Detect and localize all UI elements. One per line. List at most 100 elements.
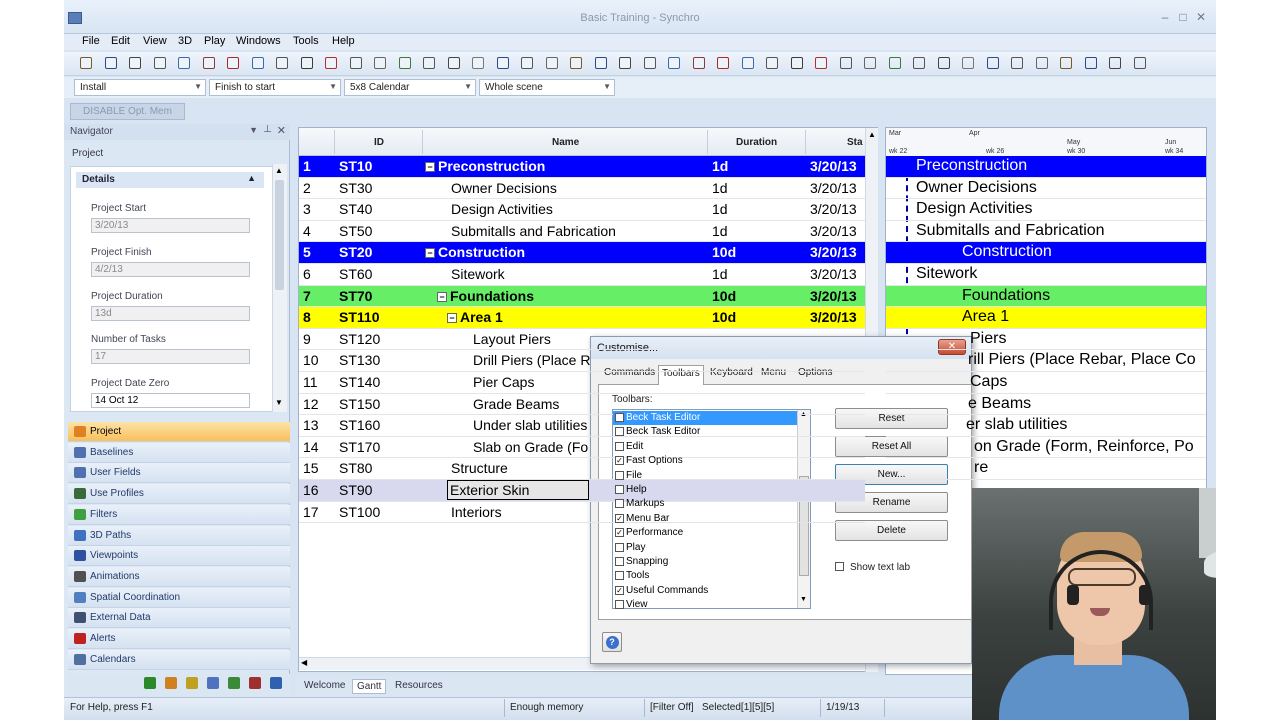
toolbar-button-icon[interactable]: [153, 57, 166, 69]
gantt-row[interactable]: e Beams: [886, 394, 1206, 416]
menu-play[interactable]: Play: [204, 35, 225, 47]
table-row[interactable]: 2 ST30 Owner Decisions 1d 3/20/13: [299, 178, 865, 200]
collapse-icon[interactable]: −: [437, 291, 447, 302]
gantt-row[interactable]: rill Piers (Place Rebar, Place Co: [886, 350, 1206, 372]
checkbox[interactable]: [615, 499, 624, 509]
footer-tool-icon[interactable]: [186, 677, 198, 689]
table-row[interactable]: 7 ST70 − Foundations 10d 3/20/13: [299, 285, 865, 308]
column-header-name[interactable]: Name: [552, 137, 579, 148]
toolbar-button-icon[interactable]: [962, 57, 974, 69]
toolbar-button-icon[interactable]: [766, 57, 778, 69]
help-button[interactable]: ?: [602, 632, 622, 652]
toolbar-button-icon[interactable]: [472, 57, 484, 69]
menu-view[interactable]: View: [143, 35, 167, 47]
navigator-use-profiles[interactable]: Use Profiles: [68, 484, 290, 505]
checkbox[interactable]: [615, 441, 624, 451]
toolbar-button-icon[interactable]: [178, 57, 190, 69]
navigator-3d-paths[interactable]: 3D Paths: [68, 525, 290, 546]
gantt-row[interactable]: Sitework: [886, 264, 1206, 286]
toolbar-button-icon[interactable]: [888, 57, 901, 69]
toolbar-button-icon[interactable]: [374, 57, 386, 69]
footer-tool-icon[interactable]: [228, 677, 240, 689]
field-value[interactable]: 14 Oct 12: [91, 393, 250, 408]
toolbar-button-icon[interactable]: [815, 57, 827, 69]
checkbox[interactable]: ✓: [615, 413, 624, 422]
tab-resources[interactable]: Resources: [391, 679, 447, 692]
toolbar-list-item[interactable]: ✓ Fast Options: [613, 454, 797, 468]
column-header-duration[interactable]: Duration: [736, 137, 777, 148]
gantt-row[interactable]: Submitalls and Fabrication: [886, 221, 1206, 243]
scene-combo[interactable]: Whole scene ▼: [479, 79, 615, 96]
scroll-thumb[interactable]: [275, 180, 284, 290]
navigator-filters[interactable]: Filters: [68, 504, 290, 525]
toolbar-button-icon[interactable]: [251, 57, 264, 69]
gantt-row[interactable]: Piers: [886, 329, 1206, 351]
pin-icon[interactable]: ⊥: [263, 124, 272, 135]
toolbar-button-icon[interactable]: [496, 57, 509, 69]
gantt-row[interactable]: Area 1: [886, 307, 1206, 329]
toolbar-button-icon[interactable]: [276, 57, 288, 69]
navigator-project[interactable]: Project: [68, 422, 290, 442]
checkbox[interactable]: [615, 427, 624, 437]
toolbar-button-icon[interactable]: [986, 57, 999, 69]
menu-windows[interactable]: Windows: [236, 35, 281, 47]
toolbar-list-item[interactable]: Play: [613, 541, 797, 555]
menu-3d[interactable]: 3D: [178, 35, 192, 47]
navigator-calendars[interactable]: Calendars: [68, 649, 290, 670]
gantt-row[interactable]: Preconstruction: [886, 156, 1206, 178]
toolbar-button-icon[interactable]: [1109, 57, 1121, 69]
gantt-row[interactable]: re: [886, 458, 1206, 480]
menu-tools[interactable]: Tools: [293, 35, 319, 47]
toolbar-button-icon[interactable]: [790, 57, 803, 69]
toolbar-button-icon[interactable]: [570, 57, 582, 69]
toolbar-button-icon[interactable]: [1035, 57, 1048, 69]
footer-tool-icon[interactable]: [249, 677, 261, 689]
column-header-id[interactable]: ID: [374, 137, 384, 148]
checkbox[interactable]: [615, 571, 624, 581]
toolbar-list-item[interactable]: ✓ Performance: [613, 526, 797, 540]
table-row[interactable]: 3 ST40 Design Activities 1d 3/20/13: [299, 199, 865, 221]
footer-tool-icon[interactable]: [207, 677, 219, 689]
toolbar-list-item[interactable]: ✓ Beck Task Editor: [613, 411, 797, 426]
toolbar-button-icon[interactable]: [423, 57, 435, 69]
tab-gantt[interactable]: Gantt: [352, 679, 387, 694]
menu-edit[interactable]: Edit: [111, 35, 130, 47]
toolbar-button-icon[interactable]: [913, 57, 925, 69]
checkbox[interactable]: [615, 542, 624, 552]
gantt-row[interactable]: Construction: [886, 242, 1206, 264]
scroll-down-icon[interactable]: ▼: [275, 398, 283, 407]
table-row[interactable]: 10 ST130 Drill Piers (Place R: [299, 350, 865, 372]
toolbar-list-item[interactable]: Markups: [613, 497, 797, 511]
link-type-combo[interactable]: Finish to start ▼: [209, 79, 341, 96]
toolbar-button-icon[interactable]: [1084, 57, 1097, 69]
table-row[interactable]: 5 ST20 − Construction 10d 3/20/13: [299, 242, 865, 264]
checkbox[interactable]: [615, 557, 624, 566]
footer-tool-icon[interactable]: [144, 677, 156, 689]
toolbar-button-icon[interactable]: [80, 57, 92, 69]
navigator-user-fields[interactable]: User Fields: [68, 463, 290, 484]
details-header[interactable]: Details ▲: [76, 172, 264, 188]
toolbar-list-item[interactable]: Tools: [613, 569, 797, 583]
toolbar-list-item[interactable]: Snapping: [613, 555, 797, 569]
scroll-up-icon[interactable]: ▲: [868, 130, 876, 139]
gantt-row[interactable]: Owner Decisions: [886, 178, 1206, 200]
toolbar-button-icon[interactable]: [937, 57, 950, 69]
collapse-icon[interactable]: −: [447, 313, 457, 324]
close-icon[interactable]: ✕: [277, 124, 286, 137]
toolbar-button-icon[interactable]: [741, 57, 754, 69]
task-type-combo[interactable]: Install ▼: [74, 79, 206, 96]
gantt-row[interactable]: Design Activities: [886, 199, 1206, 221]
toolbar-button-icon[interactable]: [864, 57, 876, 69]
maximize-button[interactable]: □: [1174, 10, 1192, 24]
checkbox[interactable]: [615, 485, 624, 494]
column-header-start[interactable]: Sta: [847, 137, 863, 148]
toolbar-button-icon[interactable]: [545, 57, 558, 69]
navigator-alerts[interactable]: Alerts: [68, 629, 290, 649]
disable-opt-mem-button[interactable]: DISABLE Opt. Mem: [70, 103, 185, 120]
toolbar-button-icon[interactable]: [300, 57, 313, 69]
toolbar-button-icon[interactable]: [349, 57, 362, 69]
collapse-icon[interactable]: −: [425, 248, 435, 259]
footer-tool-icon[interactable]: [165, 677, 177, 689]
checkbox[interactable]: [615, 470, 624, 480]
toolbar-button-icon[interactable]: [325, 57, 337, 69]
